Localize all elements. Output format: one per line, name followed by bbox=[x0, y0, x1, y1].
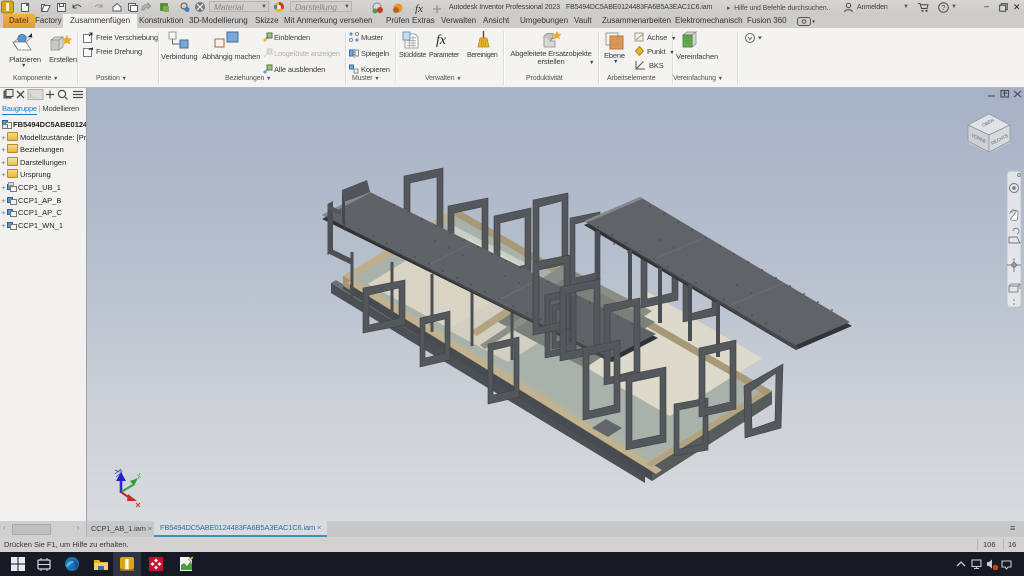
svg-text:fx: fx bbox=[415, 3, 423, 14]
svg-text:i...: i... bbox=[30, 93, 37, 100]
svg-text:?: ? bbox=[941, 3, 945, 12]
